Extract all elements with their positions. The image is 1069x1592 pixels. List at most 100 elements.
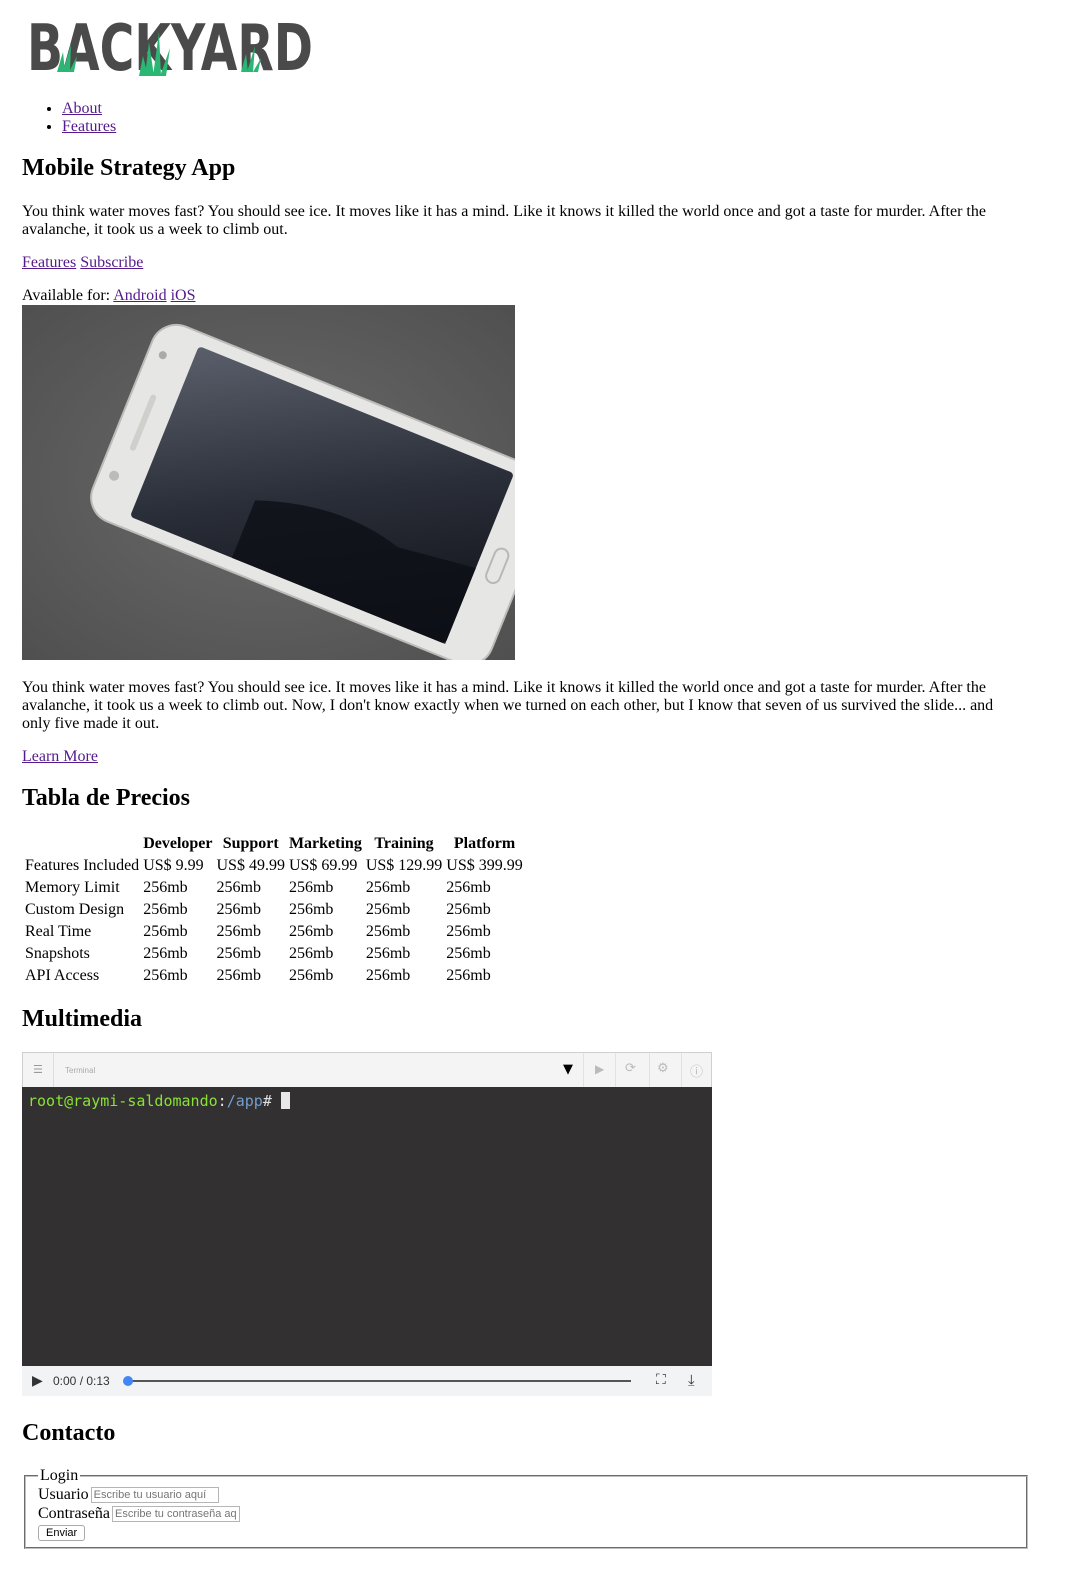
features-link[interactable]: Features <box>22 254 76 271</box>
table-cell: 256mb <box>446 901 491 918</box>
nav-item-about: About <box>62 100 116 118</box>
submit-button[interactable]: Enviar <box>38 1525 86 1541</box>
table-row: Custom Design 256mb 256mb 256mb 256mb 256mb <box>24 900 524 920</box>
table-cell: 256mb <box>288 901 334 918</box>
table-cell: 256mb <box>216 901 261 918</box>
menu-icon: ☰ <box>33 1063 43 1076</box>
table-cell: 256mb <box>365 945 411 962</box>
username-input[interactable] <box>90 1486 219 1503</box>
contact-title: Contacto <box>22 1420 116 1446</box>
table-cell: 256mb <box>365 901 411 918</box>
table-cell: 256mb <box>288 879 334 896</box>
download-icon[interactable]: ⤓ <box>688 1371 695 1389</box>
pricing-table: Developer Support Marketing Training Pla… <box>22 832 526 988</box>
terminal-screen: root@raymi-saldomando:/app# <box>22 1087 712 1366</box>
table-cell: 256mb <box>365 879 411 896</box>
table-row: Snapshots 256mb 256mb 256mb 256mb 256mb <box>24 944 524 964</box>
col-header: Training <box>374 835 434 852</box>
phone-image <box>22 305 515 660</box>
seek-thumb[interactable] <box>123 1376 133 1386</box>
ios-link[interactable]: iOS <box>171 287 196 304</box>
about-paragraph: You think water moves fast? You should s… <box>22 679 994 732</box>
main-nav: About Features <box>22 100 116 136</box>
video-time: 0:00 / 0:13 <box>53 1374 110 1388</box>
col-header: Platform <box>453 835 516 852</box>
pricing-title: Tabla de Precios <box>22 785 191 811</box>
availability: Available for: Android iOS <box>22 287 195 305</box>
col-header: Marketing <box>288 835 362 852</box>
site-logo: BACKYARD <box>27 12 317 86</box>
multimedia-title: Multimedia <box>22 1006 142 1032</box>
prompt-path: /app <box>226 1092 263 1110</box>
table-cell: API Access <box>25 967 100 984</box>
prompt-user: root@raymi-saldomando <box>28 1092 218 1110</box>
table-cell: Memory Limit <box>25 879 120 896</box>
nav-link-features[interactable]: Features <box>62 118 116 135</box>
username-label: Usuario <box>38 1485 89 1503</box>
terminal-prompt: root@raymi-saldomando:/app# <box>28 1092 290 1110</box>
table-cell: US$ 399.99 <box>446 857 523 874</box>
table-row: API Access 256mb 256mb 256mb 256mb 256mb <box>24 966 524 986</box>
table-cell: Real Time <box>25 923 92 940</box>
username-row: Usuario <box>38 1485 1026 1504</box>
table-cell: Snapshots <box>25 945 90 962</box>
hero-paragraph: You think water moves fast? You should s… <box>22 203 986 238</box>
table-cell: 256mb <box>216 879 261 896</box>
table-cell: 256mb <box>288 945 334 962</box>
col-header: Support <box>222 835 279 852</box>
table-cell: 256mb <box>216 967 261 984</box>
table-cell: 256mb <box>365 967 411 984</box>
col-header: Developer <box>143 835 213 852</box>
table-cell: Custom Design <box>25 901 125 918</box>
available-label: Available for: <box>22 287 111 304</box>
info-icon: ⓘ <box>690 1065 704 1080</box>
table-row: Features Included US$ 9.99 US$ 49.99 US$ 69… <box>24 856 524 876</box>
run-icon: ▶ <box>595 1062 605 1076</box>
login-fieldset: Login Usuario Contraseña Enviar <box>24 1467 1028 1549</box>
table-cell: 256mb <box>143 967 188 984</box>
table-cell: US$ 49.99 <box>216 857 285 874</box>
learn-more-wrap: Learn More <box>22 748 98 766</box>
table-cell: 256mb <box>143 923 188 940</box>
hero-links: Features Subscribe <box>22 254 143 272</box>
terminal-tab-label: Terminal <box>65 1066 96 1075</box>
learn-more-link[interactable]: Learn More <box>22 748 98 765</box>
android-link[interactable]: Android <box>113 287 166 304</box>
table-cell: 256mb <box>288 923 334 940</box>
table-cell: 256mb <box>143 945 188 962</box>
prompt-end: # <box>262 1092 272 1110</box>
video-player[interactable]: ☰ Terminal ▼ ▶ ⟳ ⚙ ⓘ root@raymi-saldoman… <box>22 1052 712 1396</box>
table-cell: 256mb <box>446 945 491 962</box>
prompt-sep: : <box>217 1092 227 1110</box>
table-cell: 256mb <box>446 923 491 940</box>
table-cell: 256mb <box>216 923 261 940</box>
table-row: Memory Limit 256mb 256mb 256mb 256mb 256mb <box>24 878 524 898</box>
video-controls: ▶ 0:00 / 0:13 ⛶ ⤓ <box>22 1366 712 1396</box>
table-cell: US$ 69.99 <box>288 857 358 874</box>
table-cell: 256mb <box>365 923 411 940</box>
phone-photo <box>22 305 515 660</box>
subscribe-link[interactable]: Subscribe <box>80 254 143 271</box>
password-row: Contraseña <box>38 1504 1026 1523</box>
fullscreen-icon[interactable]: ⛶ <box>656 1372 666 1388</box>
table-cell: 256mb <box>143 901 188 918</box>
table-cell: 256mb <box>446 879 491 896</box>
table-cell: 256mb <box>216 945 261 962</box>
nav-item-features: Features <box>62 118 116 136</box>
refresh-icon: ⟳ <box>625 1061 636 1076</box>
nav-link-about[interactable]: About <box>62 100 102 117</box>
table-cell: Features Included <box>25 857 140 874</box>
table-cell: 256mb <box>288 967 334 984</box>
play-icon[interactable]: ▶ <box>32 1373 43 1389</box>
password-label: Contraseña <box>38 1504 110 1522</box>
col-header <box>24 834 140 854</box>
logo-graphic: BACKYARD <box>27 12 313 86</box>
table-cell: US$ 129.99 <box>365 857 443 874</box>
login-legend: Login <box>40 1467 79 1484</box>
cursor-block <box>280 1092 290 1109</box>
terminal-toolbar: ☰ Terminal ▼ ▶ ⟳ ⚙ ⓘ <box>22 1052 712 1088</box>
password-input[interactable] <box>111 1505 240 1522</box>
table-row: Real Time 256mb 256mb 256mb 256mb 256mb <box>24 922 524 942</box>
table-cell: 256mb <box>143 879 188 896</box>
seek-bar[interactable] <box>126 1380 631 1382</box>
